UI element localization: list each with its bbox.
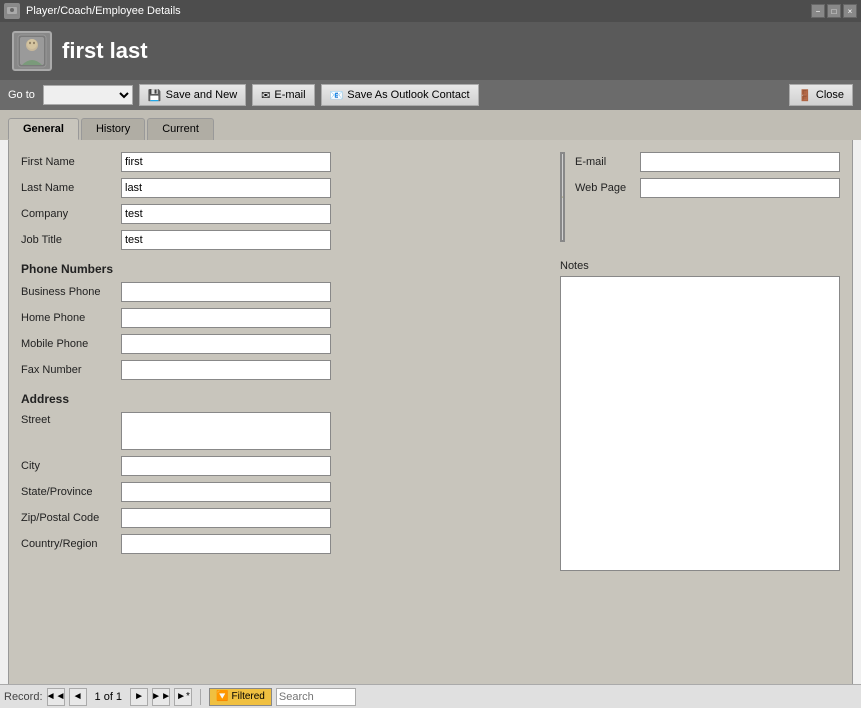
toolbar: Go to 💾 Save and New ✉ E-mail 📧 Save As … [0,80,861,110]
notes-section: Notes [560,260,840,574]
web-page-input[interactable] [640,178,840,198]
state-label: State/Province [21,486,121,498]
company-input[interactable] [121,204,331,224]
save-outlook-button[interactable]: 📧 Save As Outlook Contact [321,84,479,106]
search-input[interactable] [276,688,356,706]
app-icon [4,3,20,19]
fax-number-input[interactable] [121,360,331,380]
window-title: Player/Coach/Employee Details [26,5,181,17]
fax-number-label: Fax Number [21,364,121,376]
city-label: City [21,460,121,472]
first-name-label: First Name [21,156,121,168]
photo-area [560,152,565,242]
title-bar: Player/Coach/Employee Details − □ × [0,0,861,22]
first-name-row: First Name [21,152,544,172]
email-row: E-mail [575,152,840,172]
zip-label: Zip/Postal Code [21,512,121,524]
save-new-button[interactable]: 💾 Save and New [139,84,246,106]
mobile-phone-label: Mobile Phone [21,338,121,350]
zip-input[interactable] [121,508,331,528]
street-label: Street [21,412,121,426]
email-input[interactable] [640,152,840,172]
country-input[interactable] [121,534,331,554]
country-row: Country/Region [21,534,544,554]
tab-content: First Name Last Name Company Job Title P… [8,140,853,708]
email-button[interactable]: ✉ E-mail [252,84,314,106]
country-label: Country/Region [21,538,121,550]
job-title-row: Job Title [21,230,544,250]
save-outlook-icon: 📧 [330,89,344,102]
last-name-label: Last Name [21,182,121,194]
phone-numbers-header: Phone Numbers [21,262,544,276]
address-header: Address [21,392,544,406]
tabs-container: General History Current [0,110,861,140]
contact-photo [562,154,563,240]
goto-label: Go to [8,89,35,101]
city-input[interactable] [121,456,331,476]
fax-number-row: Fax Number [21,360,544,380]
restore-btn[interactable]: □ [827,4,841,18]
close-icon: 🚪 [798,89,812,102]
window-close-btn[interactable]: × [843,4,857,18]
business-phone-label: Business Phone [21,286,121,298]
tab-current[interactable]: Current [147,118,214,140]
company-row: Company [21,204,544,224]
filtered-btn[interactable]: 🔽 Filtered [209,688,272,706]
last-record-btn[interactable]: ►► [152,688,170,706]
close-button[interactable]: 🚪 Close [789,84,853,106]
form-right: E-mail Web Page Notes [560,152,840,574]
street-row: Street [21,412,544,450]
home-phone-row: Home Phone [21,308,544,328]
save-new-icon: 💾 [148,89,162,102]
home-phone-label: Home Phone [21,312,121,324]
email-label: E-mail [575,156,640,168]
state-row: State/Province [21,482,544,502]
email-icon: ✉ [261,89,270,102]
form-left: First Name Last Name Company Job Title P… [21,152,544,574]
job-title-label: Job Title [21,234,121,246]
first-record-btn[interactable]: ◄◄ [47,688,65,706]
notes-textarea[interactable] [560,276,840,571]
first-name-input[interactable] [121,152,331,172]
web-page-row: Web Page [575,178,840,198]
email-web-section: E-mail Web Page [575,152,840,204]
last-name-row: Last Name [21,178,544,198]
prev-record-btn[interactable]: ◄ [69,688,87,706]
goto-select[interactable] [43,85,133,105]
header-title: first last [62,38,148,64]
status-bar: Record: ◄◄ ◄ 1 of 1 ► ►► ►* 🔽 Filtered [0,684,861,708]
record-label: Record: [4,691,43,703]
state-input[interactable] [121,482,331,502]
tab-general[interactable]: General [8,118,79,140]
business-phone-input[interactable] [121,282,331,302]
new-record-btn[interactable]: ►* [174,688,192,706]
header-icon [12,31,52,71]
minimize-btn[interactable]: − [811,4,825,18]
zip-row: Zip/Postal Code [21,508,544,528]
job-title-input[interactable] [121,230,331,250]
filter-icon: 🔽 [216,691,228,702]
header: first last [0,22,861,80]
last-name-input[interactable] [121,178,331,198]
street-input[interactable] [121,412,331,450]
tab-history[interactable]: History [81,118,145,140]
city-row: City [21,456,544,476]
notes-label: Notes [560,260,840,272]
mobile-phone-row: Mobile Phone [21,334,544,354]
next-record-btn[interactable]: ► [130,688,148,706]
web-page-label: Web Page [575,182,640,194]
record-count: 1 of 1 [95,691,123,703]
home-phone-input[interactable] [121,308,331,328]
business-phone-row: Business Phone [21,282,544,302]
mobile-phone-input[interactable] [121,334,331,354]
company-label: Company [21,208,121,220]
